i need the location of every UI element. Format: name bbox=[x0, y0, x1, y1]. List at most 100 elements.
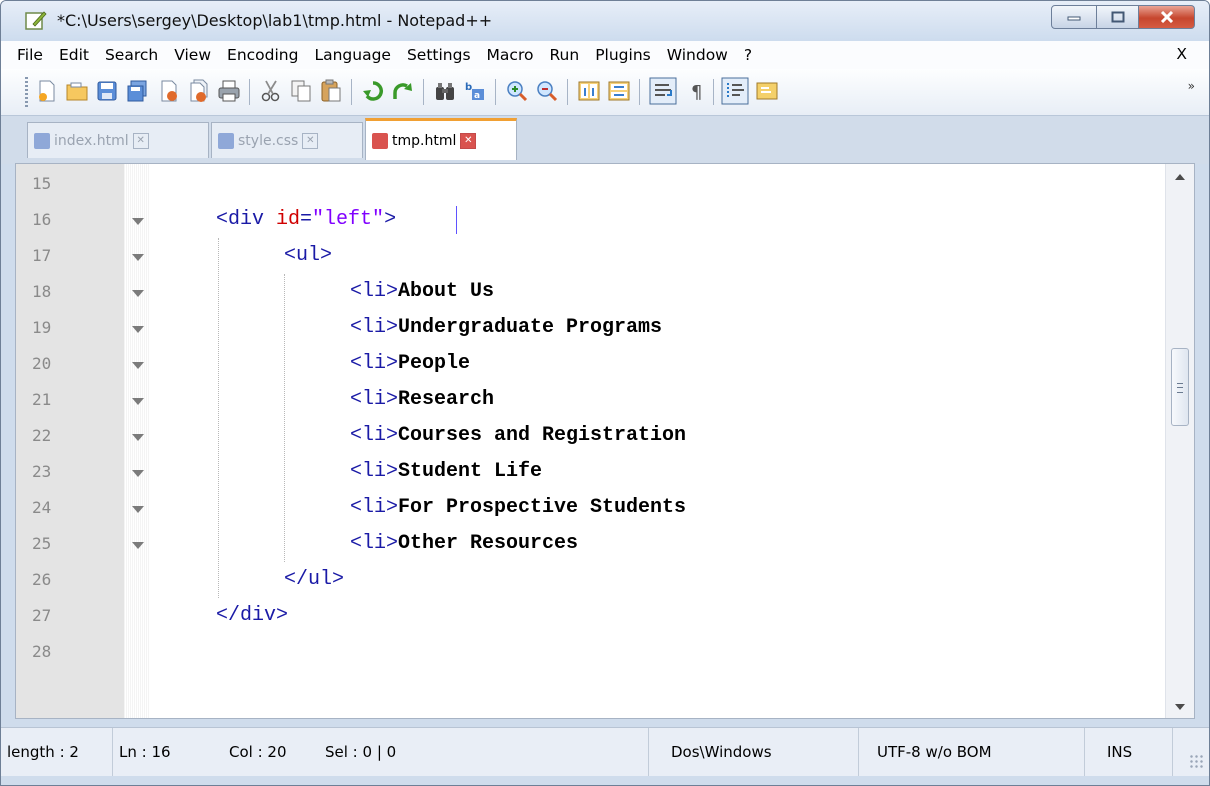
resize-grip-icon[interactable] bbox=[1189, 754, 1203, 768]
close-file-icon[interactable] bbox=[157, 79, 181, 103]
menu-file[interactable]: File bbox=[1, 46, 51, 64]
close-window-button[interactable] bbox=[1139, 5, 1195, 29]
fold-arrow-icon[interactable] bbox=[132, 506, 144, 513]
minimize-button[interactable] bbox=[1051, 5, 1097, 29]
menu-search[interactable]: Search bbox=[97, 46, 166, 64]
save-icon[interactable] bbox=[95, 79, 119, 103]
scrollbar-thumb[interactable] bbox=[1171, 348, 1189, 426]
window-controls bbox=[1051, 5, 1195, 29]
fold-arrow-icon[interactable] bbox=[132, 470, 144, 477]
fold-arrow-icon[interactable] bbox=[132, 290, 144, 297]
menu-macro[interactable]: Macro bbox=[479, 46, 542, 64]
indent-guide bbox=[284, 274, 285, 562]
sync-horizontal-icon[interactable] bbox=[607, 79, 631, 103]
minimize-icon bbox=[1067, 16, 1081, 21]
code-text: </div> bbox=[216, 604, 288, 627]
menu-language[interactable]: Language bbox=[306, 46, 399, 64]
indent-guide bbox=[218, 238, 219, 598]
line-number: 25 bbox=[32, 534, 52, 553]
toolbar-separator bbox=[249, 79, 250, 105]
menu-help[interactable]: ? bbox=[736, 46, 760, 64]
fold-arrow-icon[interactable] bbox=[132, 254, 144, 261]
fold-arrow-icon[interactable] bbox=[132, 218, 144, 225]
line-number: 20 bbox=[32, 354, 52, 373]
menu-view[interactable]: View bbox=[166, 46, 219, 64]
text-caret bbox=[456, 206, 457, 234]
scroll-down-arrow-icon[interactable] bbox=[1175, 704, 1185, 710]
code-token: <div bbox=[216, 208, 265, 231]
code-line[interactable]: 18 <li>About Us bbox=[16, 274, 1170, 310]
line-number: 22 bbox=[32, 426, 52, 445]
print-icon[interactable] bbox=[217, 79, 241, 103]
code-line[interactable]: 15 bbox=[16, 166, 1170, 202]
code-line[interactable]: 16 <div id="left"> bbox=[16, 202, 1170, 238]
line-number: 17 bbox=[32, 246, 52, 265]
menu-bar: File Edit Search View Encoding Language … bbox=[1, 41, 1209, 70]
close-all-icon[interactable] bbox=[187, 79, 211, 103]
paste-icon[interactable] bbox=[319, 79, 343, 103]
code-line[interactable]: 22 <li>Courses and Registration bbox=[16, 418, 1170, 454]
scroll-up-arrow-icon[interactable] bbox=[1175, 174, 1185, 180]
code-line[interactable]: 27 </div> bbox=[16, 598, 1170, 634]
toolbar-grip[interactable] bbox=[25, 77, 28, 107]
vertical-scrollbar[interactable] bbox=[1165, 164, 1194, 718]
tab-style-css[interactable]: style.css ✕ bbox=[211, 122, 363, 158]
code-token: <li> bbox=[350, 496, 399, 519]
doc-map-icon[interactable] bbox=[755, 79, 779, 103]
notepadpp-window: *C:\Users\sergey\Desktop\lab1\tmp.html -… bbox=[0, 0, 1210, 786]
code-text: <li>Courses and Registration bbox=[350, 424, 686, 447]
toolbar-separator bbox=[713, 79, 714, 105]
copy-icon[interactable] bbox=[289, 79, 313, 103]
fold-arrow-icon[interactable] bbox=[132, 398, 144, 405]
word-wrap-icon[interactable] bbox=[649, 77, 677, 105]
cut-icon[interactable] bbox=[259, 79, 283, 103]
zoom-in-icon[interactable] bbox=[505, 79, 529, 103]
menu-window[interactable]: Window bbox=[659, 46, 736, 64]
indent-guide-icon[interactable] bbox=[721, 77, 749, 105]
tab-tmp-html[interactable]: tmp.html ✕ bbox=[365, 118, 517, 160]
tab-bar: index.html ✕ style.css ✕ tmp.html ✕ bbox=[1, 115, 1209, 164]
code-token: About Us bbox=[398, 280, 495, 303]
code-token: Research bbox=[398, 388, 495, 411]
code-editor[interactable]: 15 16 <div id="left"> 17 <ul> 18 <li>About Us 1… bbox=[15, 163, 1195, 719]
code-line[interactable]: 28 bbox=[16, 634, 1170, 670]
zoom-out-icon[interactable] bbox=[535, 79, 559, 103]
code-line[interactable]: 23 <li>Student Life bbox=[16, 454, 1170, 490]
show-all-chars-icon[interactable]: ¶ bbox=[685, 79, 709, 103]
fold-arrow-icon[interactable] bbox=[132, 326, 144, 333]
code-line[interactable]: 20 <li>People bbox=[16, 346, 1170, 382]
fold-arrow-icon[interactable] bbox=[132, 434, 144, 441]
code-line[interactable]: 25 <li>Other Resources bbox=[16, 526, 1170, 562]
redo-icon[interactable] bbox=[391, 79, 415, 103]
save-all-icon[interactable] bbox=[125, 79, 149, 103]
replace-icon[interactable]: ba bbox=[463, 79, 487, 103]
menu-plugins[interactable]: Plugins bbox=[587, 46, 659, 64]
close-icon bbox=[1160, 11, 1173, 23]
close-tab-icon[interactable]: ✕ bbox=[302, 132, 319, 149]
code-line[interactable]: 26 </ul> bbox=[16, 562, 1170, 598]
menu-settings[interactable]: Settings bbox=[399, 46, 479, 64]
tab-index-html[interactable]: index.html ✕ bbox=[27, 122, 209, 158]
find-icon[interactable] bbox=[433, 79, 457, 103]
status-selection: Sel : 0 | 0 bbox=[319, 728, 649, 776]
sync-vertical-icon[interactable] bbox=[577, 79, 601, 103]
code-line[interactable]: 21 <li>Research bbox=[16, 382, 1170, 418]
code-line[interactable]: 17 <ul> bbox=[16, 238, 1170, 274]
code-text: <div id="left"> bbox=[216, 208, 396, 231]
code-line[interactable]: 24 <li>For Prospective Students bbox=[16, 490, 1170, 526]
fold-arrow-icon[interactable] bbox=[132, 362, 144, 369]
undo-icon[interactable] bbox=[361, 79, 385, 103]
menu-edit[interactable]: Edit bbox=[51, 46, 97, 64]
status-line: Ln : 16 bbox=[119, 743, 171, 761]
close-document-button[interactable]: X bbox=[1176, 45, 1187, 63]
open-file-icon[interactable] bbox=[65, 79, 89, 103]
fold-arrow-icon[interactable] bbox=[132, 542, 144, 549]
menu-encoding[interactable]: Encoding bbox=[219, 46, 306, 64]
close-tab-icon[interactable]: ✕ bbox=[132, 132, 149, 149]
menu-run[interactable]: Run bbox=[541, 46, 587, 64]
maximize-button[interactable] bbox=[1097, 5, 1139, 29]
code-line[interactable]: 19 <li>Undergraduate Programs bbox=[16, 310, 1170, 346]
close-tab-icon[interactable]: ✕ bbox=[460, 132, 477, 149]
toolbar-overflow-icon[interactable]: » bbox=[1188, 79, 1195, 93]
new-file-icon[interactable] bbox=[35, 79, 59, 103]
